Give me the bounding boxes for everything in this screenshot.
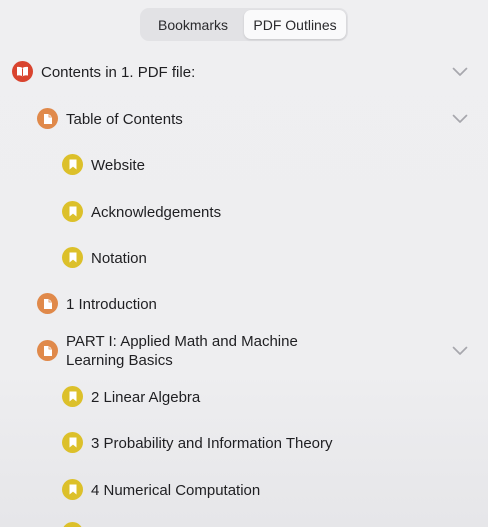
outline-item-probability[interactable]: 3 Probability and Information Theory bbox=[0, 431, 488, 455]
bookmark-icon bbox=[62, 432, 83, 453]
bookmark-icon bbox=[62, 479, 83, 500]
page-icon bbox=[37, 340, 58, 361]
outline-item-part-1[interactable]: PART I: Applied Math and Machine Learnin… bbox=[0, 332, 488, 370]
bookmark-icon bbox=[62, 247, 83, 268]
outline-item-linear-algebra[interactable]: 2 Linear Algebra bbox=[0, 385, 488, 409]
outline-item-label: Acknowledgements bbox=[91, 204, 222, 221]
bookmark-icon bbox=[62, 386, 83, 407]
outline-item-label: 3 Probability and Information Theory bbox=[91, 435, 333, 452]
outline-item-website[interactable]: Website bbox=[0, 153, 488, 177]
outline-item-partial[interactable] bbox=[0, 522, 488, 527]
outline-item-contents[interactable]: Contents in 1. PDF file: bbox=[0, 60, 488, 84]
outline-item-introduction[interactable]: 1 Introduction bbox=[0, 292, 488, 316]
outline-item-acknowledgements[interactable]: Acknowledgements bbox=[0, 200, 488, 224]
outline-mode-switcher: Bookmarks PDF Outlines bbox=[140, 8, 348, 41]
outline-item-label: Notation bbox=[91, 250, 147, 267]
tab-pdf-outlines[interactable]: PDF Outlines bbox=[244, 10, 346, 39]
outline-item-label: Table of Contents bbox=[66, 111, 183, 128]
outline-item-label: 1 Introduction bbox=[66, 296, 157, 313]
chevron-down-icon[interactable] bbox=[452, 114, 468, 124]
outline-item-notation[interactable]: Notation bbox=[0, 246, 488, 270]
book-icon bbox=[12, 61, 33, 82]
bookmark-icon bbox=[62, 154, 83, 175]
chevron-down-icon[interactable] bbox=[452, 346, 468, 356]
chevron-down-icon[interactable] bbox=[452, 67, 468, 77]
outline-item-label: 4 Numerical Computation bbox=[91, 482, 261, 499]
page-icon bbox=[37, 293, 58, 314]
outline-item-label: Website bbox=[91, 157, 145, 174]
page-icon bbox=[37, 108, 58, 129]
bookmark-icon bbox=[62, 201, 83, 222]
outline-item-label: 2 Linear Algebra bbox=[91, 389, 201, 406]
outline-item-table-of-contents[interactable]: Table of Contents bbox=[0, 107, 488, 131]
outline-item-label: Contents in 1. PDF file: bbox=[41, 64, 196, 81]
tab-bookmarks[interactable]: Bookmarks bbox=[142, 10, 244, 39]
bookmark-icon bbox=[62, 522, 83, 527]
outline-item-label: PART I: Applied Math and Machine Learnin… bbox=[66, 333, 298, 369]
outline-item-numerical-computation[interactable]: 4 Numerical Computation bbox=[0, 478, 488, 502]
